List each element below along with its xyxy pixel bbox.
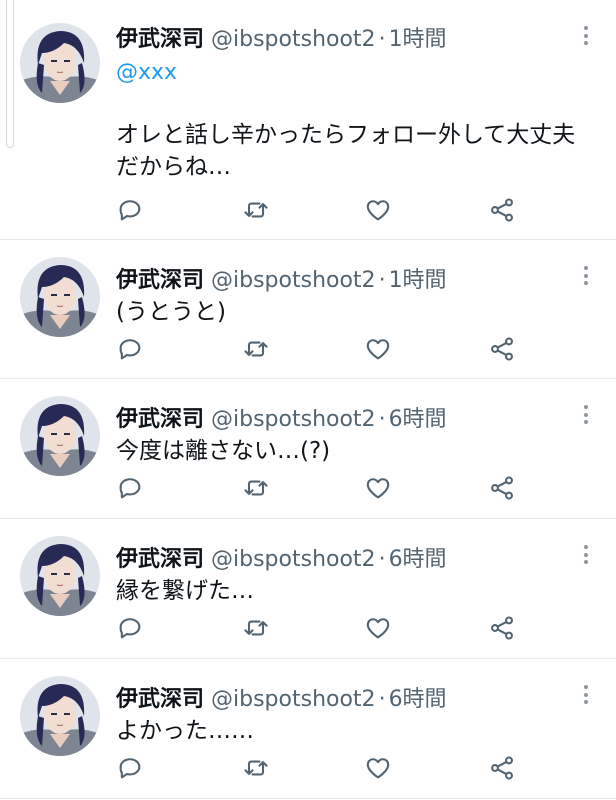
user-handle[interactable]: @ibspotshoot2	[211, 27, 376, 52]
tweet-text: @xxx オレと話し辛かったらフォロー外して大丈夫だからね…	[116, 57, 592, 183]
share-icon[interactable]	[488, 335, 516, 363]
separator-dot: ·	[378, 407, 386, 432]
reply-icon[interactable]	[116, 474, 144, 502]
tweet-text: よかった……	[116, 718, 254, 744]
tweet-header: 伊武深司 @ibspotshoot2 · 6時間	[116, 685, 566, 715]
user-handle[interactable]: @ibspotshoot2	[211, 547, 376, 572]
separator-dot: ·	[378, 547, 386, 572]
avatar[interactable]	[20, 676, 100, 756]
tweet-header: 伊武深司 @ibspotshoot2 · 6時間	[116, 545, 566, 575]
heart-icon[interactable]	[364, 196, 392, 224]
tweet-header: 伊武深司 @ibspotshoot2 · 6時間	[116, 405, 566, 435]
timestamp[interactable]: 1時間	[389, 268, 447, 293]
reply-icon[interactable]	[116, 196, 144, 224]
tweet-actions	[116, 614, 516, 642]
tweet[interactable]: 伊武深司 @ibspotshoot2 · 6時間 縁を繋げた…	[0, 519, 616, 659]
share-icon[interactable]	[488, 196, 516, 224]
retweet-icon[interactable]	[242, 196, 270, 224]
user-handle[interactable]: @ibspotshoot2	[211, 268, 376, 293]
heart-icon[interactable]	[364, 614, 392, 642]
tweet[interactable]: 伊武深司 @ibspotshoot2 · 6時間 今度は離さない…(?)	[0, 379, 616, 519]
tweet[interactable]: 伊武深司 @ibspotshoot2 · 1時間 (うとうと)	[0, 240, 616, 379]
retweet-icon[interactable]	[242, 474, 270, 502]
separator-dot: ·	[378, 27, 386, 52]
timestamp[interactable]: 1時間	[389, 27, 447, 52]
heart-icon[interactable]	[364, 335, 392, 363]
avatar-image	[20, 257, 100, 337]
tweet-actions	[116, 474, 516, 502]
mention-link[interactable]: @xxx	[116, 57, 592, 89]
display-name[interactable]: 伊武深司	[116, 687, 204, 712]
retweet-icon[interactable]	[242, 754, 270, 782]
more-vertical-icon[interactable]	[584, 545, 588, 567]
separator-dot: ·	[378, 687, 386, 712]
avatar[interactable]	[20, 257, 100, 337]
tweet-text: 今度は離さない…(?)	[116, 438, 331, 464]
user-handle[interactable]: @ibspotshoot2	[211, 687, 376, 712]
tweet-header: 伊武深司 @ibspotshoot2 · 1時間	[116, 266, 566, 296]
more-vertical-icon[interactable]	[584, 685, 588, 707]
share-icon[interactable]	[488, 754, 516, 782]
avatar[interactable]	[20, 396, 100, 476]
share-icon[interactable]	[488, 474, 516, 502]
retweet-icon[interactable]	[242, 335, 270, 363]
timestamp[interactable]: 6時間	[389, 687, 447, 712]
reply-icon[interactable]	[116, 754, 144, 782]
retweet-icon[interactable]	[242, 614, 270, 642]
tweet-actions	[116, 335, 516, 363]
share-icon[interactable]	[488, 614, 516, 642]
avatar-image	[20, 396, 100, 476]
display-name[interactable]: 伊武深司	[116, 268, 204, 293]
tweet-header: 伊武深司 @ibspotshoot2 · 1時間	[116, 25, 566, 55]
tweet-text: 縁を繋げた…	[116, 578, 254, 604]
reply-icon[interactable]	[116, 335, 144, 363]
avatar[interactable]	[20, 23, 100, 103]
reply-icon[interactable]	[116, 614, 144, 642]
display-name[interactable]: 伊武深司	[116, 27, 204, 52]
avatar-image	[20, 23, 100, 103]
timestamp[interactable]: 6時間	[389, 407, 447, 432]
tweet[interactable]: 伊武深司 @ibspotshoot2 · 6時間 よかった……	[0, 659, 616, 799]
tweet-actions	[116, 754, 516, 782]
more-vertical-icon[interactable]	[584, 405, 588, 427]
more-vertical-icon[interactable]	[584, 266, 588, 288]
tweet-text-content: オレと話し辛かったらフォロー外して大丈夫だからね…	[116, 122, 576, 180]
user-handle[interactable]: @ibspotshoot2	[211, 407, 376, 432]
display-name[interactable]: 伊武深司	[116, 407, 204, 432]
avatar-image	[20, 536, 100, 616]
heart-icon[interactable]	[364, 474, 392, 502]
tweet[interactable]: 伊武深司 @ibspotshoot2 · 1時間 @xxx オレと話し辛かったらフォ…	[0, 0, 616, 240]
tweet-actions	[116, 196, 516, 224]
more-vertical-icon[interactable]	[584, 26, 588, 48]
tweet-text: (うとうと)	[116, 299, 226, 325]
heart-icon[interactable]	[364, 754, 392, 782]
timeline: 伊武深司 @ibspotshoot2 · 1時間 @xxx オレと話し辛かったらフォ…	[0, 0, 616, 799]
timestamp[interactable]: 6時間	[389, 547, 447, 572]
display-name[interactable]: 伊武深司	[116, 547, 204, 572]
avatar-image	[20, 676, 100, 756]
separator-dot: ·	[378, 268, 386, 293]
avatar[interactable]	[20, 536, 100, 616]
